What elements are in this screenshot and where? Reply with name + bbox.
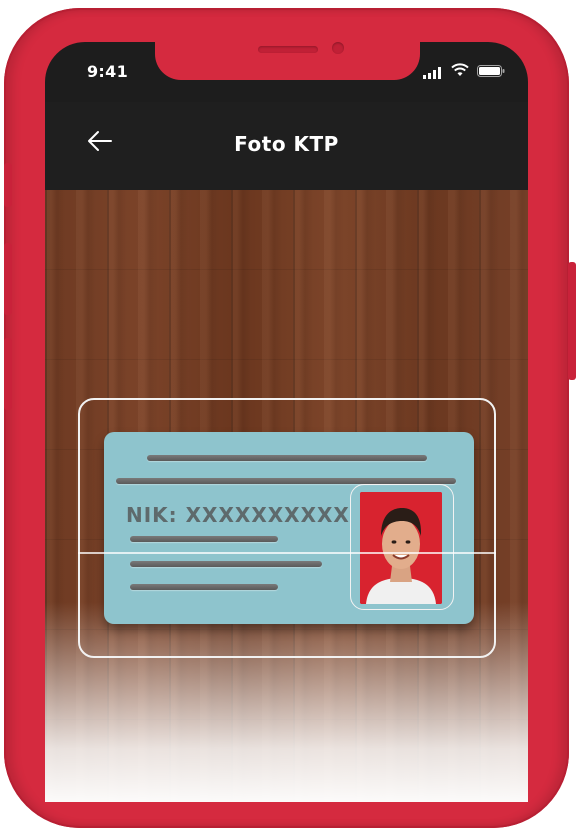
side-button — [568, 262, 576, 380]
signal-icon — [423, 67, 441, 79]
scan-line — [78, 552, 496, 554]
side-button — [4, 338, 12, 410]
card-text-line — [130, 561, 322, 567]
side-button — [4, 163, 12, 207]
card-text-line — [147, 455, 427, 461]
wifi-icon — [451, 63, 469, 76]
photo-focus-frame — [350, 484, 454, 610]
phone-notch — [155, 42, 420, 80]
nik-label: NIK: XXXXXXXXXX — [126, 503, 350, 527]
nav-bar: Foto KTP — [45, 102, 528, 190]
battery-icon — [477, 65, 505, 77]
side-button — [4, 243, 12, 315]
status-time: 9:41 — [87, 62, 128, 81]
card-text-line — [130, 584, 278, 590]
card-text-line — [130, 536, 278, 542]
speaker — [258, 46, 318, 53]
front-camera — [332, 42, 344, 54]
page-title: Foto KTP — [234, 132, 339, 156]
